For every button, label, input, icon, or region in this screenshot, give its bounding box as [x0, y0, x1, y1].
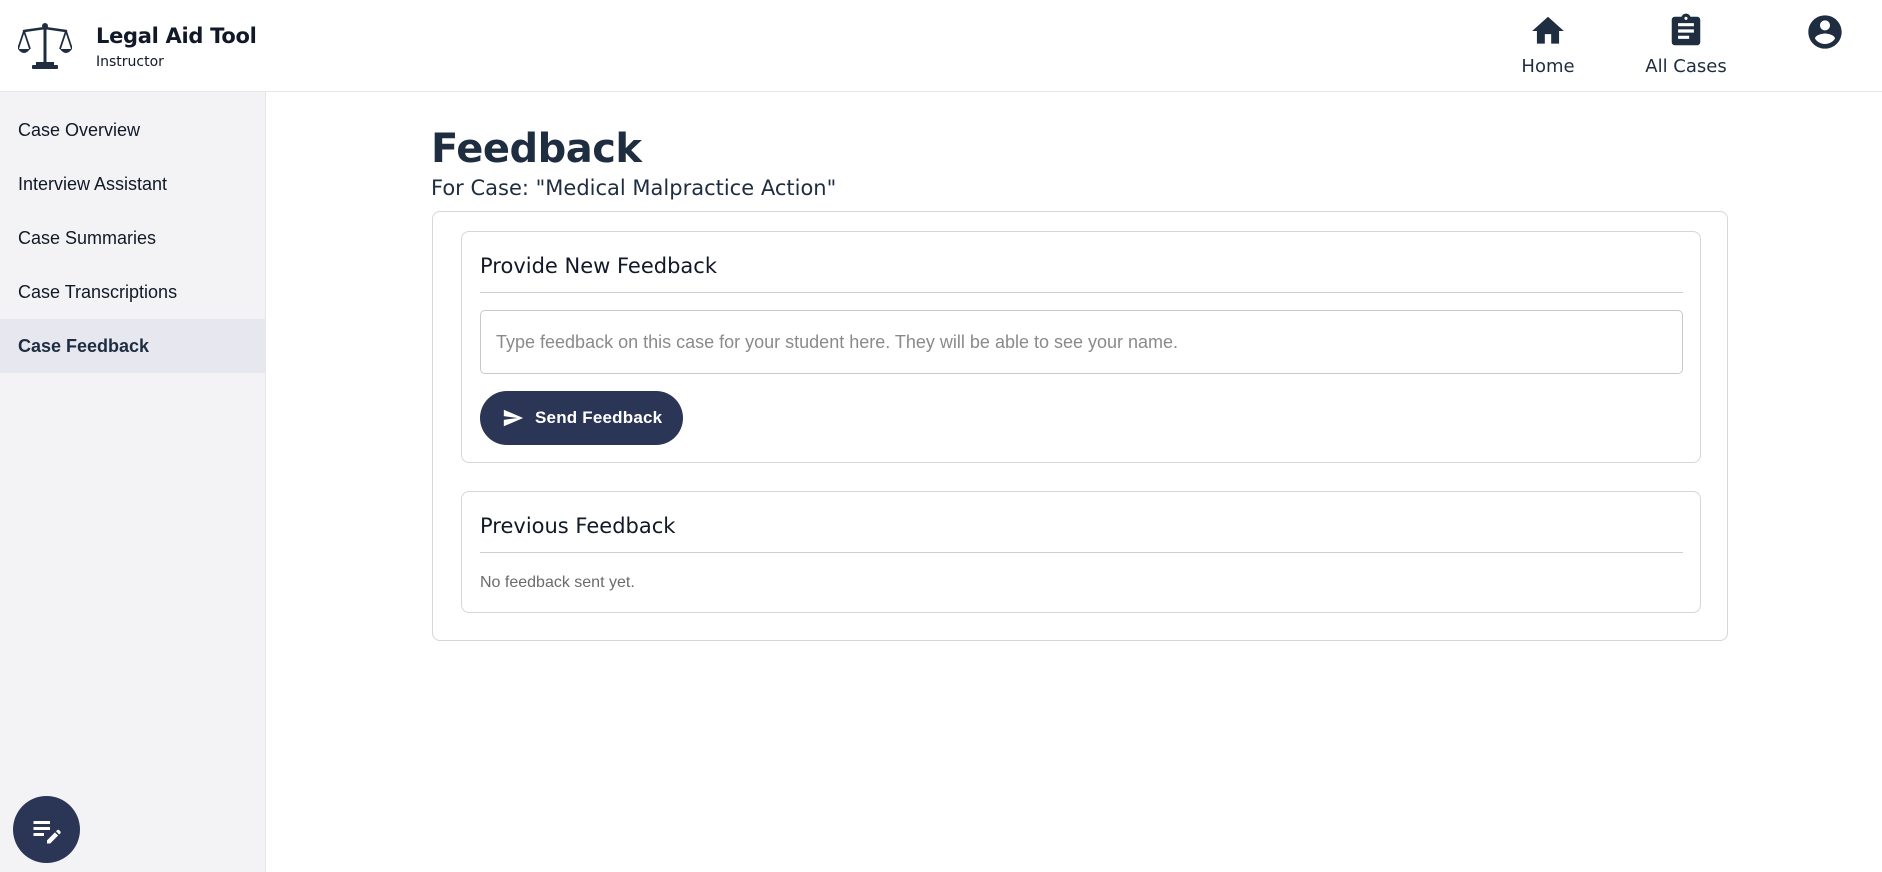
app-title: Legal Aid Tool	[96, 24, 257, 48]
sidebar-item-label: Case Summaries	[18, 227, 157, 248]
send-icon	[503, 409, 524, 427]
new-feedback-heading: Provide New Feedback	[480, 254, 1683, 293]
empty-feedback-message: No feedback sent yet.	[480, 574, 635, 591]
sidebar: Case Overview Interview Assistant Case S…	[0, 92, 266, 872]
nav-all-cases-button[interactable]: All Cases	[1643, 12, 1729, 77]
send-feedback-label: Send Feedback	[535, 408, 663, 427]
sidebar-item-label: Case Transcriptions	[18, 281, 178, 302]
new-feedback-card: Provide New Feedback Send Feedback	[461, 231, 1701, 463]
scales-icon	[18, 23, 72, 69]
nav-home-button[interactable]: Home	[1517, 12, 1579, 77]
sidebar-item-interview-assistant[interactable]: Interview Assistant	[0, 157, 265, 211]
page-title: Feedback	[431, 126, 642, 172]
nav-home-label: Home	[1521, 56, 1575, 77]
notes-fab-button[interactable]	[13, 796, 80, 863]
clipboard-icon	[1671, 13, 1701, 46]
case-subtitle: For Case: "Medical Malpractice Action"	[431, 176, 837, 200]
sidebar-item-label: Case Overview	[18, 119, 141, 140]
sidebar-item-label: Case Feedback	[18, 335, 150, 356]
account-circle-icon[interactable]	[1805, 12, 1845, 52]
previous-feedback-card: Previous Feedback No feedback sent yet.	[461, 491, 1701, 613]
edit-notes-icon	[33, 820, 61, 843]
sidebar-item-case-overview[interactable]: Case Overview	[0, 103, 265, 157]
sidebar-item-case-summaries[interactable]: Case Summaries	[0, 211, 265, 265]
nav-all-cases-label: All Cases	[1645, 56, 1727, 77]
brand: Legal Aid Tool Instructor	[18, 22, 257, 70]
send-feedback-button[interactable]: Send Feedback	[480, 391, 683, 445]
feedback-input[interactable]	[480, 310, 1683, 374]
sidebar-item-label: Interview Assistant	[18, 173, 168, 194]
sidebar-item-case-transcriptions[interactable]: Case Transcriptions	[0, 265, 265, 319]
previous-feedback-heading: Previous Feedback	[480, 514, 1683, 553]
sidebar-item-case-feedback[interactable]: Case Feedback	[0, 319, 265, 373]
feedback-panel: Provide New Feedback Send Feedback Previ…	[432, 211, 1728, 641]
top-header: Legal Aid Tool Instructor Home All Cases	[0, 0, 1882, 92]
home-icon	[1532, 16, 1564, 44]
user-role: Instructor	[96, 54, 164, 70]
